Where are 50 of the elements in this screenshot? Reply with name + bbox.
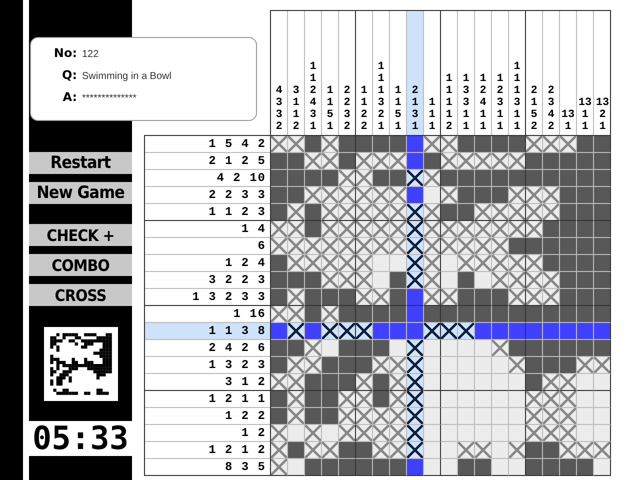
row-clue: 2 1 2 5 bbox=[145, 153, 270, 170]
column-clue: 13 2 1 bbox=[594, 96, 610, 135]
timer: 05:33 bbox=[29, 421, 132, 456]
column-clue: 2 2 3 2 bbox=[339, 11, 356, 135]
row-clue: 3 2 2 3 bbox=[145, 272, 270, 289]
column-clue: 4 3 3 2 bbox=[271, 11, 288, 135]
question-label: Q: bbox=[61, 68, 77, 82]
row-clue: 1 3 2 3 bbox=[145, 357, 270, 374]
row-clue: 1 5 4 2 bbox=[145, 136, 270, 153]
column-clue: 1 1 1 3 2 1 bbox=[373, 11, 390, 135]
row-clue: 1 2 1 2 bbox=[145, 442, 270, 459]
column-clue: 1 2 3 1 1 bbox=[492, 11, 509, 135]
column-clue: 1 3 3 1 1 bbox=[458, 11, 475, 135]
column-clue: 1 1 1 1 2 bbox=[441, 11, 458, 135]
mode-button[interactable]: COMBO bbox=[29, 254, 132, 276]
row-clue: 2 2 3 3 bbox=[145, 187, 270, 204]
column-clue: 13 1 bbox=[560, 11, 577, 135]
column-clue: 1 1 1 bbox=[424, 11, 441, 135]
column-clue: 2 3 4 2 bbox=[543, 11, 560, 135]
row-clue: 1 2 2 bbox=[145, 408, 270, 425]
row-clue: 2 4 2 6 bbox=[145, 340, 270, 357]
column-clue: 1 2 4 1 1 bbox=[475, 11, 492, 135]
row-clue: 8 3 5 bbox=[224, 459, 267, 476]
row-clue: 1 2 1 1 bbox=[145, 391, 270, 408]
row-clue: 1 2 4 bbox=[145, 255, 270, 272]
column-clue: 2 1 3 1 bbox=[407, 11, 424, 135]
answer-label: A: bbox=[62, 90, 77, 104]
row-clue: 4 2 10 bbox=[145, 170, 270, 187]
column-clue: 1 1 5 1 bbox=[322, 11, 339, 135]
hidden-answer: ************** bbox=[82, 93, 136, 104]
puzzle-question: Swimming in a Bowl bbox=[82, 71, 172, 82]
row-clue: 1 2 bbox=[145, 425, 270, 442]
column-clue: 13 1 1 bbox=[577, 11, 594, 135]
row-clue: 1 1 2 3 bbox=[145, 204, 270, 221]
number-label: No: bbox=[52, 46, 77, 60]
mode-button[interactable]: CROSS bbox=[29, 284, 132, 306]
puzzle-number: 122 bbox=[82, 49, 99, 60]
mode-button[interactable]: CHECK + bbox=[29, 224, 132, 246]
column-clue: 3 1 1 2 bbox=[288, 11, 305, 135]
column-clue: 1 1 2 2 bbox=[356, 11, 373, 135]
row-clue: 1 4 bbox=[145, 221, 270, 238]
column-clue: 1 1 2 4 3 1 bbox=[305, 11, 322, 135]
column-clue: 1 1 1 3 1 1 bbox=[509, 11, 526, 135]
row-clue: 3 1 2 bbox=[145, 374, 270, 391]
row-clue: 1 3 2 3 3 bbox=[145, 289, 270, 306]
menu-button[interactable]: New Game bbox=[29, 182, 132, 204]
column-clue: 2 1 5 2 bbox=[526, 11, 543, 135]
row-clue: 6 bbox=[145, 238, 270, 255]
menu-button[interactable]: Restart bbox=[29, 152, 132, 174]
row-clue: 1 1 3 8 bbox=[145, 323, 270, 340]
